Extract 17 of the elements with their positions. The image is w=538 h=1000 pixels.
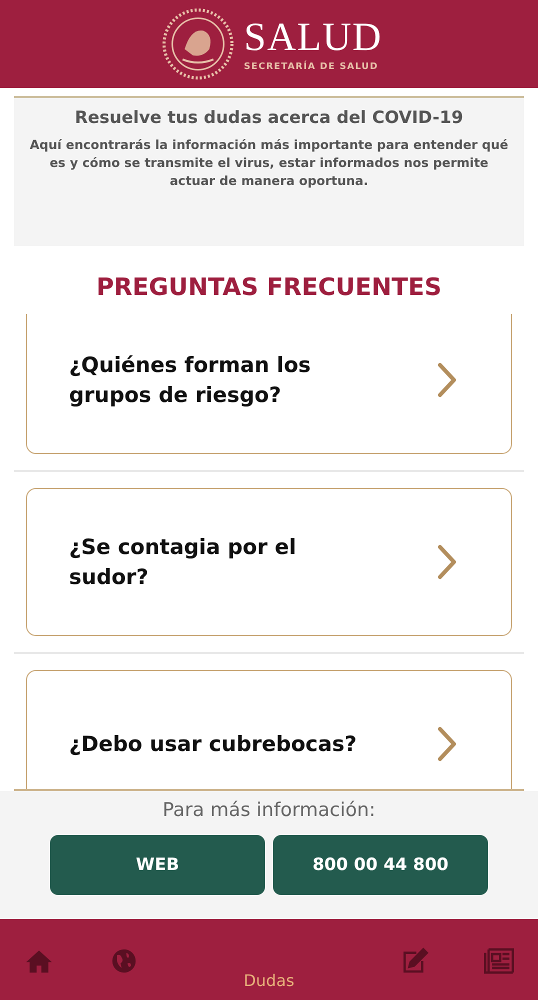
- chevron-right-icon: [437, 544, 457, 580]
- emblem-icon: [162, 8, 234, 80]
- contact-button[interactable]: WEB: [50, 835, 265, 895]
- question-card[interactable]: ¿Debo usar cubrebocas?: [26, 670, 512, 789]
- nav-tab[interactable]: Dudas: [244, 971, 294, 990]
- intro-title: Resuelve tus dudas acerca del COVID-19: [74, 108, 464, 128]
- intro-text: Aquí encontrarás la información más importante para entender qué es y cómo se transmite el virus, estar informados nos permite actuar de manera oportuna.: [28, 136, 510, 190]
- section-title: PREGUNTAS FRECUENTES: [95, 272, 443, 303]
- brand-subtitle: SECRETARÍA DE SALUD: [244, 62, 378, 72]
- footer-label: Para más información:: [162, 799, 376, 821]
- question-card[interactable]: ¿Quiénes forman los grupos de riesgo?: [26, 314, 512, 454]
- question-card[interactable]: ¿Se contagia por el sudor?: [26, 488, 512, 636]
- brand-title: SALUD: [244, 16, 382, 58]
- newspaper-icon[interactable]: [484, 947, 514, 975]
- chevron-right-icon: [437, 362, 457, 398]
- chevron-right-icon: [437, 726, 457, 762]
- contact-button[interactable]: 800 00 44 800: [273, 835, 488, 895]
